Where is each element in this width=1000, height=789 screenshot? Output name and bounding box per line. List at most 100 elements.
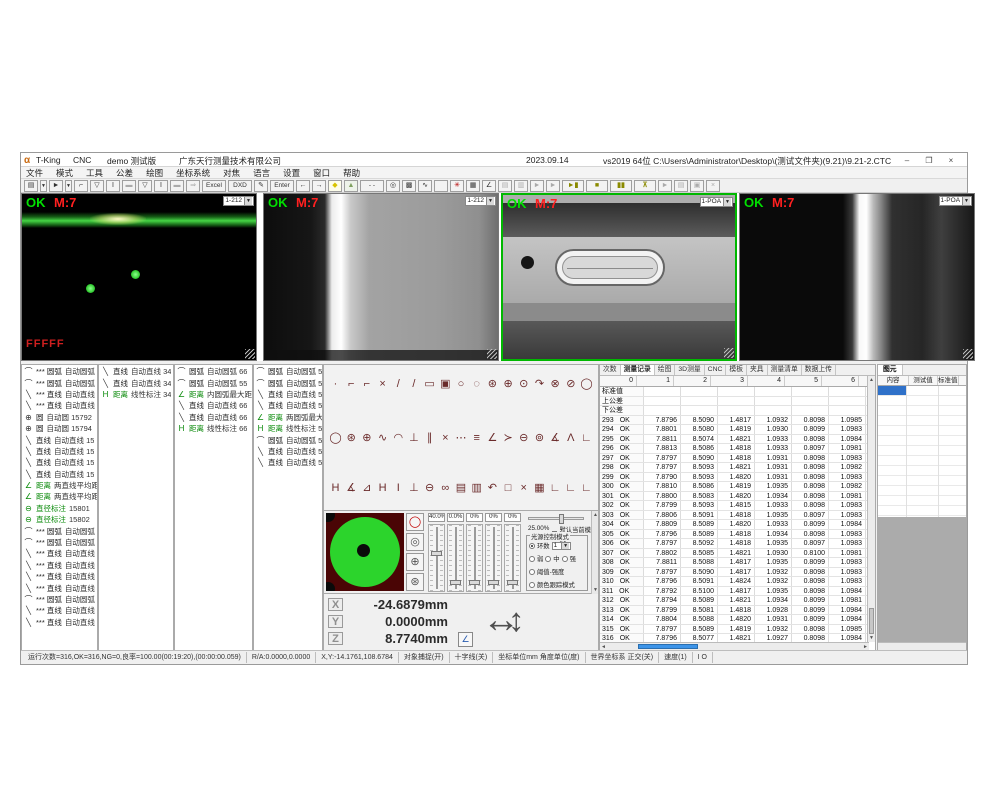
menu-item[interactable]: 坐标系统 <box>176 167 210 179</box>
menu-item[interactable]: 语言 <box>253 167 270 179</box>
menu-item[interactable]: 模式 <box>56 167 73 179</box>
light-slider-thumb[interactable] <box>431 551 442 556</box>
cross-tool[interactable]: × <box>375 377 390 392</box>
feature-item[interactable]: ╲ *** 直线 自动直线 <box>22 389 97 400</box>
depth-tool[interactable]: ⊥ <box>406 481 421 496</box>
table-vertical-scrollbar[interactable]: ▲ ▼ <box>867 376 875 642</box>
feature-item[interactable]: ⌒ 圆弧 自动圆弧 55 <box>254 377 322 388</box>
laser-button[interactable]: ✳ <box>450 180 464 192</box>
point-tool[interactable]: · <box>328 377 343 392</box>
radio-icon[interactable] <box>529 556 535 562</box>
feature-item[interactable]: ╲ 直线 自动直线 55 <box>254 389 322 400</box>
feature-item[interactable]: ⊕ 圆 自动圆 15792 <box>22 412 97 423</box>
concentric-circle-tool[interactable]: ⊙ <box>516 377 531 392</box>
camera3-lens-select[interactable]: 1-POA▼ <box>700 197 733 207</box>
angle2-tool[interactable]: ∡ <box>548 431 563 446</box>
close-button[interactable]: × <box>943 155 959 166</box>
distance-tool[interactable]: H <box>328 481 343 496</box>
perpendicular-tool[interactable]: ⊥ <box>406 431 421 446</box>
resize-grip-icon[interactable] <box>724 348 734 358</box>
angle-tool[interactable]: ∠ <box>485 431 500 446</box>
ring-scan-tool[interactable]: ⊘ <box>563 377 578 392</box>
setup-button[interactable]: ⊼ <box>634 180 656 192</box>
feature-item[interactable]: ╲ *** 直线 自动直线 <box>22 560 97 571</box>
probe-button[interactable]: ▽ <box>90 180 104 192</box>
ring-count-select[interactable]: 1▼ <box>552 542 571 550</box>
element-panel-scrollbar[interactable] <box>878 642 966 650</box>
undo-tool[interactable]: ↶ <box>485 481 500 496</box>
camera-view-1[interactable]: OK M:7 1-212▼ FFFFF <box>21 193 257 361</box>
table-row[interactable]: 299OK 7.8790 8.5093 1.4820 1.0931 0.8098… <box>600 473 869 483</box>
feature-item[interactable]: ⌒ *** 圆弧 自动圆弧 <box>22 594 97 605</box>
radio-icon[interactable] <box>545 556 551 562</box>
menu-item[interactable]: 绘图 <box>146 167 163 179</box>
feature-item[interactable]: ∠ 距离 两直线平均距 <box>22 491 97 502</box>
camera-view-3-selected[interactable]: OK M:7 1-POA▼ <box>501 193 737 361</box>
feature-item[interactable]: H 距离 线性标注 55 <box>254 423 322 434</box>
table-horizontal-scrollbar[interactable]: ◄ ► <box>600 642 869 650</box>
table-row[interactable]: 297OK 7.8797 8.5090 1.4818 1.0931 0.8098… <box>600 454 869 464</box>
ellipse-tool[interactable]: ◯ <box>579 377 594 392</box>
view-glasses-tool[interactable]: ∞ <box>438 481 453 496</box>
selected-cell[interactable] <box>878 386 906 395</box>
feature-item[interactable]: ╲ *** 直线 自动直线 <box>22 605 97 616</box>
light-slider-track[interactable] <box>485 524 502 592</box>
light-slider[interactable]: 0% <box>485 513 502 592</box>
light-slider-thumb[interactable] <box>450 580 461 585</box>
feature-item[interactable]: ⌒ *** 圆弧 自动圆弧 <box>22 377 97 388</box>
feature-item[interactable]: ⌒ *** 圆弧 自动圆弧 <box>22 537 97 548</box>
feature-item[interactable]: ╲ 直线 自动直线 15 <box>22 457 97 468</box>
circle-circle-tool[interactable]: ⊚ <box>532 431 547 446</box>
angle-measure-tool[interactable]: ∡ <box>344 481 359 496</box>
feature-item[interactable]: ∠ 距离 两圆弧最大距 <box>254 412 322 423</box>
feature-item[interactable]: ⌒ 圆弧 自动圆弧 66 <box>175 366 252 377</box>
list-button[interactable]: ▥ <box>514 180 528 192</box>
scroll-up-icon[interactable]: ▲ <box>593 512 598 518</box>
light-slider-thumb[interactable] <box>488 580 499 585</box>
light-slider[interactable]: 0% <box>466 513 483 592</box>
coord-x-tool[interactable]: ∟ <box>548 481 563 496</box>
dxd-export-button[interactable]: DXD <box>228 180 252 192</box>
stage-button[interactable]: Ι <box>106 180 120 192</box>
feature-item[interactable]: ╲ 直线 自动直线 66 <box>175 412 252 423</box>
feature-item[interactable]: ⊖ 直径标注 15801 <box>22 503 97 514</box>
light-slider-track[interactable] <box>466 524 483 592</box>
light-panel-scrollbar[interactable]: ▲ ▼ <box>591 511 598 594</box>
feature-item[interactable]: ⊕ 圆 自动圆 15794 <box>22 423 97 434</box>
keyboard-tool[interactable]: ▤ <box>454 481 469 496</box>
table-row[interactable]: 294OK 7.8801 8.5080 1.4819 1.0930 0.8099… <box>600 425 869 435</box>
radio-icon[interactable] <box>529 543 535 549</box>
table-row[interactable]: 306OK 7.8797 8.5092 1.4818 1.0935 0.8097… <box>600 539 869 549</box>
delete-tool[interactable]: × <box>516 481 531 496</box>
radio-icon[interactable] <box>562 556 568 562</box>
feature-item[interactable]: ╲ 直线 自动直线 55 <box>254 446 322 457</box>
ring-mesh-button[interactable]: ⊛ <box>406 573 424 591</box>
open-button[interactable]: ► <box>49 180 63 192</box>
circle-distance-tool[interactable]: ⊖ <box>516 431 531 446</box>
edge-probe-button[interactable]: ⌐ <box>74 180 88 192</box>
ring-light-preview[interactable] <box>326 513 404 591</box>
feature-item[interactable]: ╲ *** 直线 自动直线 <box>22 617 97 628</box>
table-tab[interactable]: 3D测量 <box>675 365 704 375</box>
ring-count-option[interactable]: 环数 1▼ <box>529 541 571 550</box>
table-row[interactable]: 302OK 7.8799 8.5093 1.4815 1.0933 0.8098… <box>600 501 869 511</box>
point-set-tool[interactable]: ⋯ <box>454 431 469 446</box>
jog-y-arrow-icon[interactable]: ↕ <box>508 596 525 644</box>
dashed-circle-tool[interactable]: ◌ <box>469 377 484 392</box>
resize-grip-icon[interactable] <box>487 349 497 359</box>
right-angle-tool[interactable]: ∟ <box>579 431 594 446</box>
table-tab[interactable]: 数据上传 <box>802 365 836 375</box>
coord-z-tool[interactable]: ∟ <box>579 481 594 496</box>
feature-item[interactable]: ╲ *** 直线 自动直线 <box>22 582 97 593</box>
dash-button[interactable]: - - <box>360 180 384 192</box>
pattern-button[interactable]: ▩ <box>402 180 416 192</box>
table-tab[interactable]: 夹具 <box>747 365 768 375</box>
table-row[interactable]: 309OK 7.8797 8.5090 1.4817 1.0932 0.8098… <box>600 568 869 578</box>
feature-item[interactable]: ⌒ *** 圆弧 自动圆弧 <box>22 366 97 377</box>
feature-item[interactable]: ╲ *** 直线 自动直线 <box>22 571 97 582</box>
scrollbar-thumb[interactable] <box>638 644 698 649</box>
magnifier-button[interactable]: ◎ <box>386 180 400 192</box>
select-box-tool[interactable]: □ <box>501 481 516 496</box>
table-row[interactable]: 307OK 7.8802 8.5085 1.4821 1.0930 0.8100… <box>600 549 869 559</box>
maximize-button[interactable]: ❐ <box>921 155 937 166</box>
